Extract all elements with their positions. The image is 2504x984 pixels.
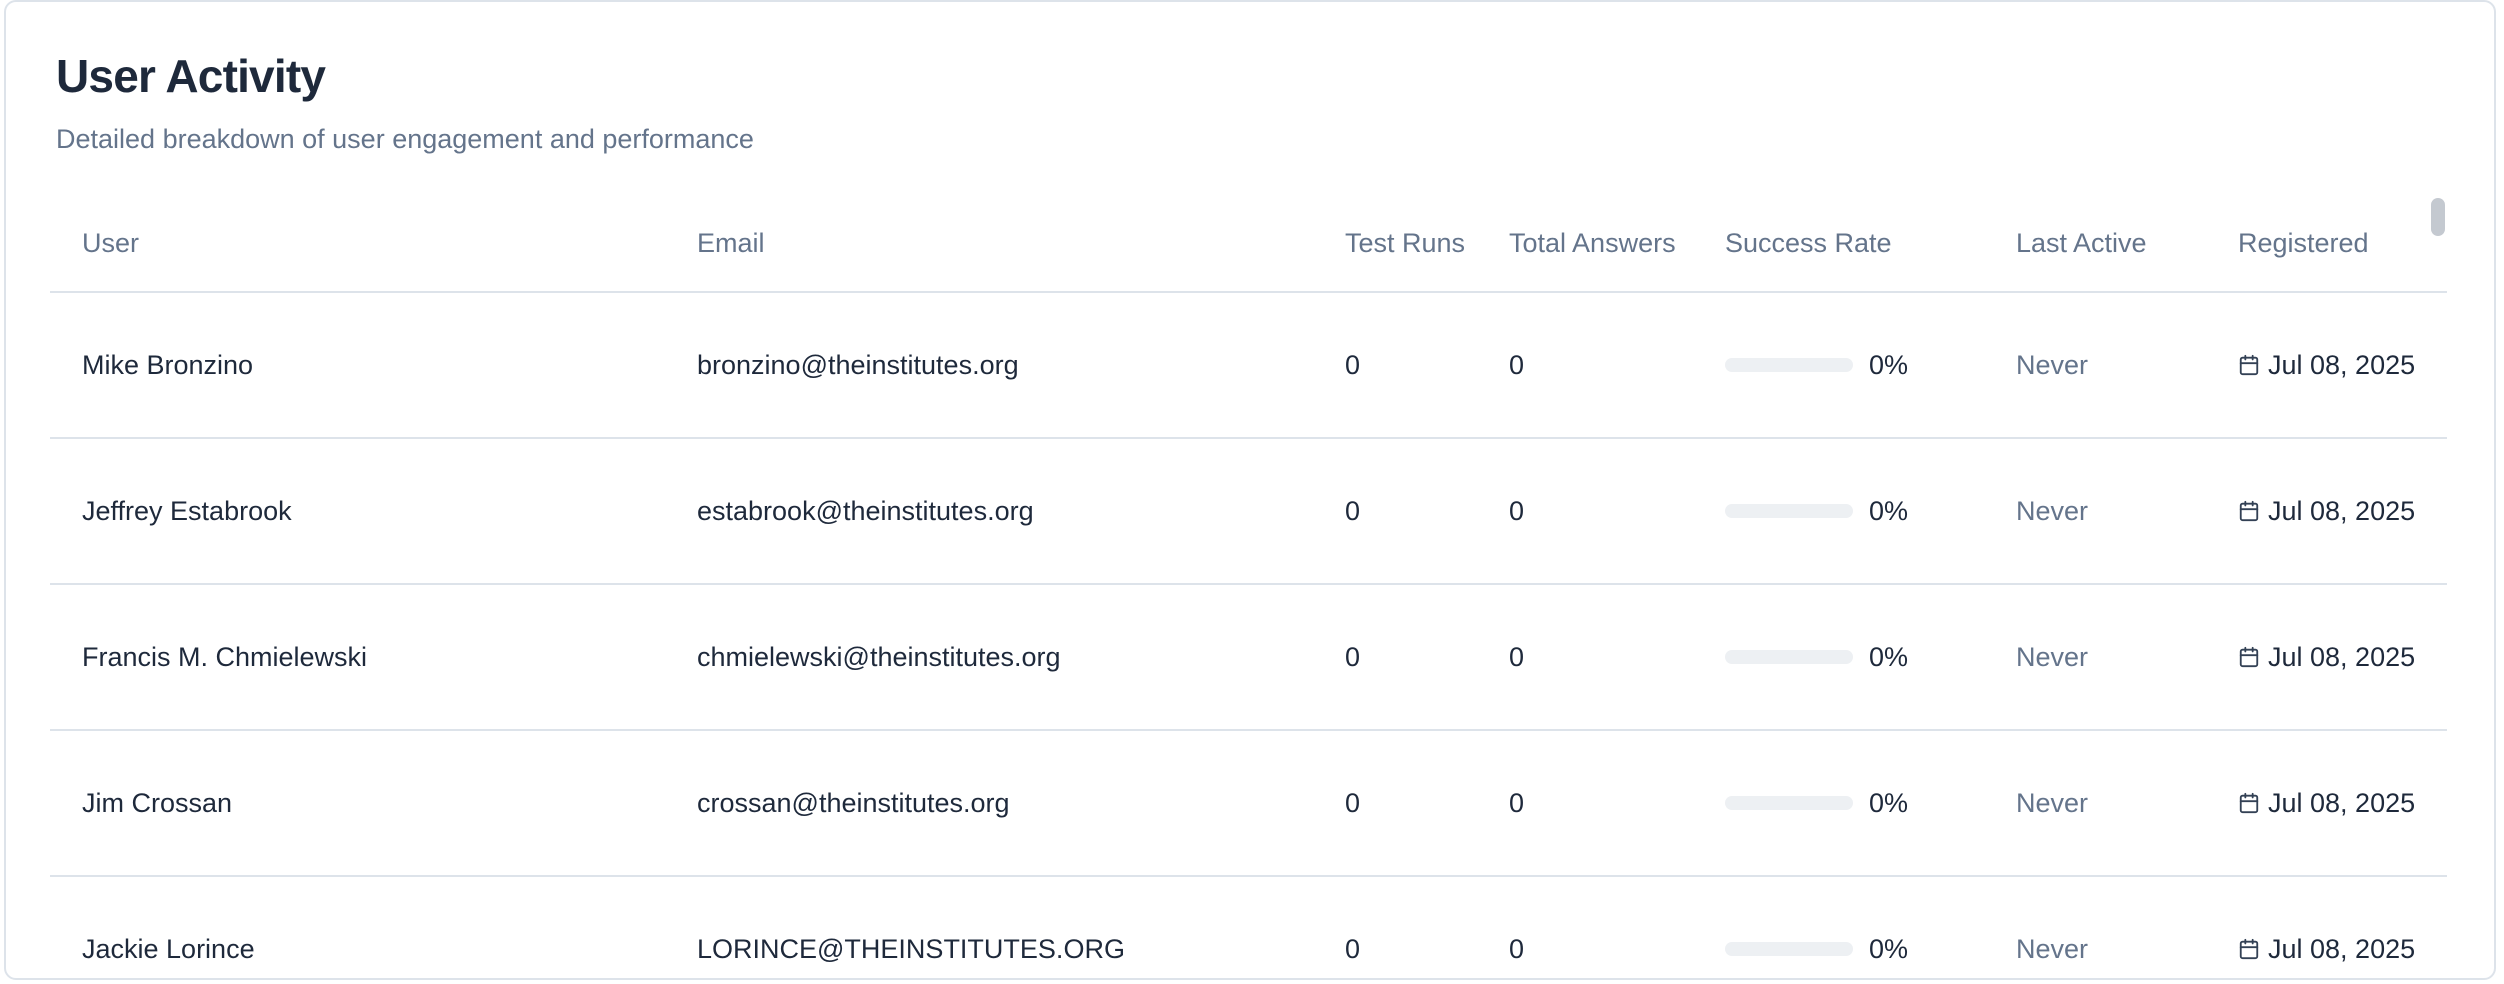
calendar-icon [2239, 792, 2259, 814]
success-rate: 0% [1725, 491, 1984, 531]
test-runs-value: 0 [1313, 438, 1477, 585]
registered-value: Jul 08, 2025 [2268, 642, 2416, 672]
calendar-icon [2239, 938, 2259, 960]
success-rate-bar [1725, 358, 1853, 372]
registered-date: Jul 08, 2025 [2238, 491, 2447, 531]
registered-cell: Jul 08, 2025 [2206, 584, 2447, 731]
registered-value: Jul 08, 2025 [2268, 788, 2416, 818]
registered-cell: Jul 08, 2025 [2206, 730, 2447, 877]
success-rate: 0% [1725, 929, 1984, 969]
registered-cell: Jul 08, 2025 [2206, 876, 2447, 984]
column-header-test-runs[interactable]: Test Runs [1313, 194, 1477, 293]
user-email: crossan@theinstitutes.org [665, 730, 1313, 877]
table-row[interactable]: Mike Bronzino bronzino@theinstitutes.org… [50, 292, 2447, 439]
registered-cell: Jul 08, 2025 [2206, 438, 2447, 585]
success-rate-cell: 0% [1693, 584, 1984, 731]
last-active-value: Never [1984, 438, 2206, 585]
total-answers-value: 0 [1477, 730, 1693, 877]
success-rate: 0% [1725, 783, 1984, 823]
calendar-icon [2239, 354, 2259, 376]
success-rate-cell: 0% [1693, 876, 1984, 984]
calendar-icon [2239, 500, 2259, 522]
user-name: Jackie Lorince [50, 876, 665, 984]
table-scrollbar-thumb[interactable] [2431, 198, 2445, 236]
last-active-value: Never [1984, 730, 2206, 877]
table-header: User Email Test Runs Total Answers Succe… [50, 194, 2447, 293]
success-rate-cell: 0% [1693, 730, 1984, 877]
column-header-total-answers[interactable]: Total Answers [1477, 194, 1693, 293]
success-rate-value: 0% [1869, 496, 1909, 526]
success-rate-value: 0% [1869, 350, 1909, 380]
card-subtitle: Detailed breakdown of user engagement an… [56, 124, 754, 154]
test-runs-value: 0 [1313, 292, 1477, 439]
success-rate-bar [1725, 650, 1853, 664]
table-row[interactable]: Jackie Lorince LORINCE@THEINSTITUTES.ORG… [50, 876, 2447, 984]
registered-date: Jul 08, 2025 [2238, 345, 2447, 385]
success-rate-bar [1725, 504, 1853, 518]
success-rate: 0% [1725, 345, 1984, 385]
column-header-success-rate[interactable]: Success Rate [1693, 194, 1984, 293]
card-header: User Activity Detailed breakdown of user… [56, 48, 754, 156]
total-answers-value: 0 [1477, 438, 1693, 585]
user-name: Jim Crossan [50, 730, 665, 877]
registered-cell: Jul 08, 2025 [2206, 292, 2447, 439]
user-email: LORINCE@THEINSTITUTES.ORG [665, 876, 1313, 984]
success-rate-bar [1725, 942, 1853, 956]
success-rate: 0% [1725, 637, 1984, 677]
calendar-icon [2239, 646, 2259, 668]
user-name: Mike Bronzino [50, 292, 665, 439]
table-header-row: User Email Test Runs Total Answers Succe… [50, 194, 2447, 293]
registered-date: Jul 08, 2025 [2238, 783, 2447, 823]
total-answers-value: 0 [1477, 292, 1693, 439]
success-rate-value: 0% [1869, 642, 1909, 672]
user-email: chmielewski@theinstitutes.org [665, 584, 1313, 731]
success-rate-bar [1725, 796, 1853, 810]
last-active-value: Never [1984, 876, 2206, 984]
test-runs-value: 0 [1313, 730, 1477, 877]
total-answers-value: 0 [1477, 584, 1693, 731]
success-rate-cell: 0% [1693, 438, 1984, 585]
user-activity-table: User Email Test Runs Total Answers Succe… [50, 194, 2447, 984]
user-email: estabrook@theinstitutes.org [665, 438, 1313, 585]
success-rate-value: 0% [1869, 934, 1909, 964]
registered-date: Jul 08, 2025 [2238, 929, 2447, 969]
table-row[interactable]: Jeffrey Estabrook estabrook@theinstitute… [50, 438, 2447, 585]
user-name: Francis M. Chmielewski [50, 584, 665, 731]
column-header-email[interactable]: Email [665, 194, 1313, 293]
last-active-value: Never [1984, 584, 2206, 731]
table-row[interactable]: Jim Crossan crossan@theinstitutes.org 0 … [50, 730, 2447, 877]
user-email: bronzino@theinstitutes.org [665, 292, 1313, 439]
total-answers-value: 0 [1477, 876, 1693, 984]
success-rate-value: 0% [1869, 788, 1909, 818]
test-runs-value: 0 [1313, 584, 1477, 731]
user-activity-table-container[interactable]: User Email Test Runs Total Answers Succe… [50, 194, 2447, 984]
registered-date: Jul 08, 2025 [2238, 637, 2447, 677]
success-rate-cell: 0% [1693, 292, 1984, 439]
user-name: Jeffrey Estabrook [50, 438, 665, 585]
last-active-value: Never [1984, 292, 2206, 439]
registered-value: Jul 08, 2025 [2268, 934, 2416, 964]
column-header-last-active[interactable]: Last Active [1984, 194, 2206, 293]
table-row[interactable]: Francis M. Chmielewski chmielewski@thein… [50, 584, 2447, 731]
card-title: User Activity [56, 50, 326, 102]
column-header-user[interactable]: User [50, 194, 665, 293]
test-runs-value: 0 [1313, 876, 1477, 984]
column-header-registered[interactable]: Registered [2206, 194, 2447, 293]
registered-value: Jul 08, 2025 [2268, 350, 2416, 380]
registered-value: Jul 08, 2025 [2268, 496, 2416, 526]
table-body: Mike Bronzino bronzino@theinstitutes.org… [50, 292, 2447, 984]
